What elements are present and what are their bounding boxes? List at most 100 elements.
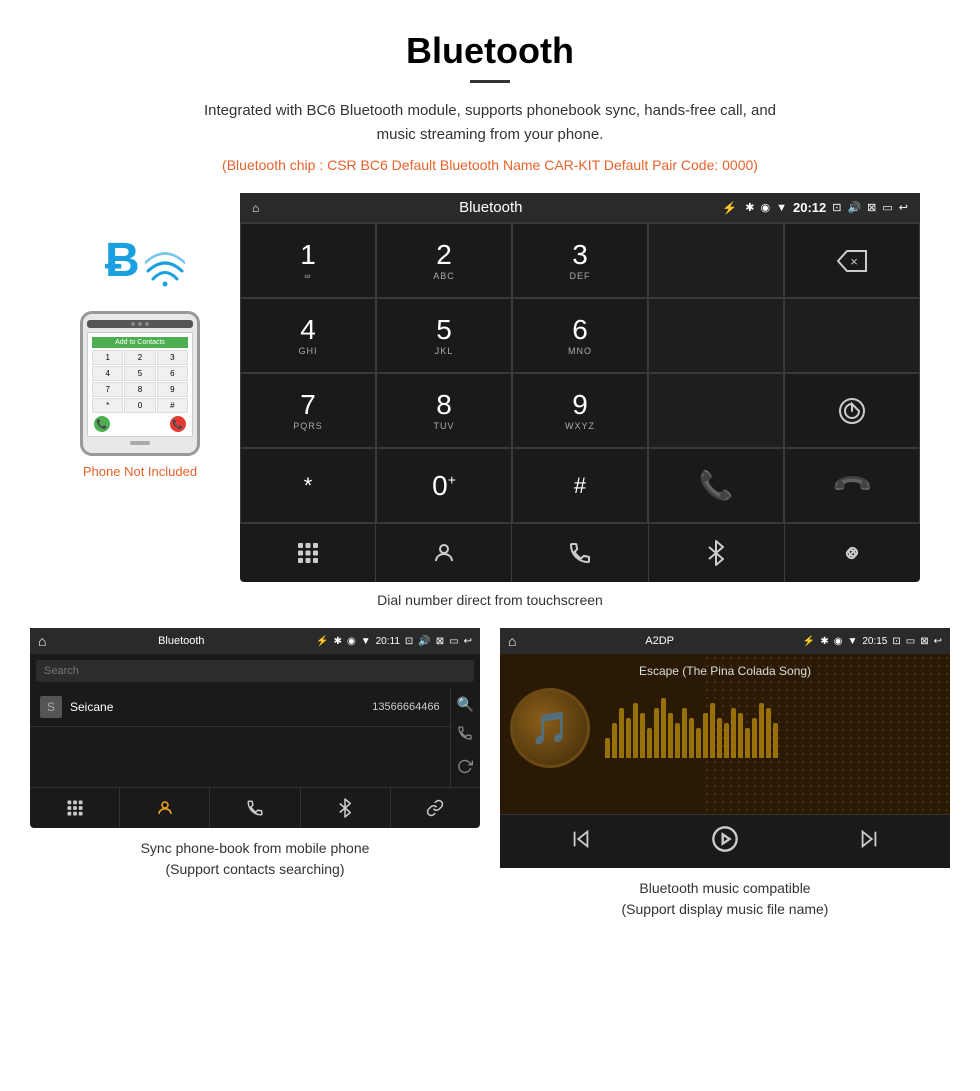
status-icons: ✱ ◉ ▼ 20:12 ⊡ 🔊 ⊠ ▭ ↩ (745, 200, 908, 215)
redial-button[interactable] (784, 373, 920, 448)
key-1[interactable]: 1∞ (240, 223, 376, 298)
key-8[interactable]: 8TUV (376, 373, 512, 448)
visualizer-bar (605, 738, 610, 758)
pb-bottom-bar (30, 787, 480, 828)
music-visualizer (605, 698, 940, 758)
end-call-button[interactable]: 📞 (784, 448, 920, 523)
page-title: Bluetooth (0, 0, 980, 80)
call-button[interactable]: 📞 (648, 448, 784, 523)
key-3[interactable]: 3DEF (512, 223, 648, 298)
phone-key-0[interactable]: 0 (124, 398, 155, 413)
pb-bt-icon: ✱ (334, 636, 342, 647)
pb-phone-button[interactable] (210, 788, 300, 828)
wifi-waves-icon (145, 241, 185, 299)
phone-mockup-wrap: Ƀ Add to Contacts 1 2 3 4 (60, 233, 220, 479)
home-icon[interactable]: ⌂ (252, 201, 259, 215)
phone-key-1[interactable]: 1 (92, 350, 123, 365)
pb-status-title: Bluetooth (51, 635, 311, 647)
pb-mute-icon[interactable]: ⊠ (436, 636, 444, 647)
visualizer-bar (738, 713, 743, 758)
visualizer-bar (682, 708, 687, 758)
phone-key-4[interactable]: 4 (92, 366, 123, 381)
pb-vol-icon[interactable]: 🔊 (418, 636, 430, 647)
phone-key-3[interactable]: 3 (157, 350, 188, 365)
next-button[interactable] (858, 828, 880, 855)
phonebook-screen-wrap: ⌂ Bluetooth ⚡ ✱ ◉ ▼ 20:11 ⊡ 🔊 ⊠ ▭ ↩ Sear… (30, 628, 480, 920)
camera-icon[interactable]: ⊡ (832, 201, 841, 214)
key-6[interactable]: 6MNO (512, 298, 648, 373)
pb-camera-icon[interactable]: ⊡ (405, 636, 413, 647)
key-2[interactable]: 2ABC (376, 223, 512, 298)
key-star[interactable]: * (240, 448, 376, 523)
bluetooth-tab-button[interactable] (649, 524, 785, 582)
volume-icon[interactable]: 🔊 (847, 201, 861, 214)
pb-contact-name: Seicane (70, 700, 372, 714)
visualizer-bar (647, 728, 652, 758)
music-camera-icon[interactable]: ⊡ (892, 636, 900, 647)
key-7[interactable]: 7PQRS (240, 373, 376, 448)
main-section: Ƀ Add to Contacts 1 2 3 4 (0, 193, 980, 582)
pb-search-icon[interactable]: 🔍 (457, 696, 474, 713)
window-icon[interactable]: ▭ (882, 201, 892, 214)
pb-search-field[interactable]: Search (36, 660, 474, 682)
pb-refresh-icon[interactable] (457, 758, 474, 779)
phone-key-8[interactable]: 8 (124, 382, 155, 397)
phone-home-button[interactable] (130, 441, 150, 445)
music-back-icon[interactable]: ↩ (934, 636, 942, 647)
music-statusbar: ⌂ A2DP ⚡ ✱ ◉ ▼ 20:15 ⊡ ▭ ⊠ ↩ (500, 628, 950, 654)
music-mute-icon[interactable]: ⊠ (920, 636, 928, 647)
phone-key-star[interactable]: * (92, 398, 123, 413)
backspace-button[interactable]: × (784, 223, 920, 298)
pb-link-button[interactable] (391, 788, 480, 828)
location-icon: ◉ (760, 201, 770, 214)
phone-screen-header: Add to Contacts (92, 337, 188, 348)
usb-icon: ⚡ (722, 201, 737, 215)
visualizer-bar (703, 713, 708, 758)
back-icon[interactable]: ↩ (899, 201, 908, 214)
pb-back-icon[interactable]: ↩ (464, 636, 472, 647)
visualizer-bar (619, 708, 624, 758)
pb-bt-button[interactable] (301, 788, 391, 828)
key-9[interactable]: 9WXYZ (512, 373, 648, 448)
dialpad-tab-button[interactable] (240, 524, 376, 582)
key-5[interactable]: 5JKL (376, 298, 512, 373)
phonebook-car-screen: ⌂ Bluetooth ⚡ ✱ ◉ ▼ 20:11 ⊡ 🔊 ⊠ ▭ ↩ Sear… (30, 628, 480, 828)
pb-usb-icon: ⚡ (316, 636, 328, 647)
music-status-title: A2DP (521, 635, 797, 647)
phone-key-6[interactable]: 6 (157, 366, 188, 381)
mute-icon[interactable]: ⊠ (867, 201, 876, 214)
phone-key-2[interactable]: 2 (124, 350, 155, 365)
car-bottom-bar (240, 523, 920, 582)
phone-tab-button[interactable] (512, 524, 648, 582)
key-0[interactable]: 0+ (376, 448, 512, 523)
pb-win-icon[interactable]: ▭ (449, 636, 458, 647)
phone-key-7[interactable]: 7 (92, 382, 123, 397)
pb-right-icons: 🔍 (450, 688, 480, 787)
phone-call-button[interactable]: 📞 (94, 416, 110, 432)
prev-button[interactable] (570, 828, 592, 855)
phone-top-bar (87, 320, 193, 328)
phone-key-5[interactable]: 5 (124, 366, 155, 381)
music-note-icon: 🎵 (530, 709, 570, 747)
link-tab-button[interactable] (785, 524, 920, 582)
key-hash[interactable]: # (512, 448, 648, 523)
contacts-tab-button[interactable] (376, 524, 512, 582)
status-title: Bluetooth (267, 199, 714, 216)
music-win-icon[interactable]: ▭ (906, 636, 915, 647)
play-pause-button[interactable] (711, 825, 739, 858)
visualizer-bar (633, 703, 638, 758)
visualizer-bar (675, 723, 680, 758)
key-4[interactable]: 4GHI (240, 298, 376, 373)
phone-end-button[interactable]: 📞 (170, 416, 186, 432)
phone-key-9[interactable]: 9 (157, 382, 188, 397)
pb-grid-button[interactable] (30, 788, 120, 828)
pb-contact-row[interactable]: S Seicane 13566664466 (30, 688, 450, 727)
phone-key-hash[interactable]: # (157, 398, 188, 413)
pb-home-icon[interactable]: ⌂ (38, 633, 46, 649)
visualizer-bar (759, 703, 764, 758)
dial-caption: Dial number direct from touchscreen (0, 592, 980, 608)
pb-call-icon[interactable] (457, 725, 474, 746)
visualizer-bar (717, 718, 722, 758)
pb-contacts-button[interactable] (120, 788, 210, 828)
music-home-icon[interactable]: ⌂ (508, 633, 516, 649)
